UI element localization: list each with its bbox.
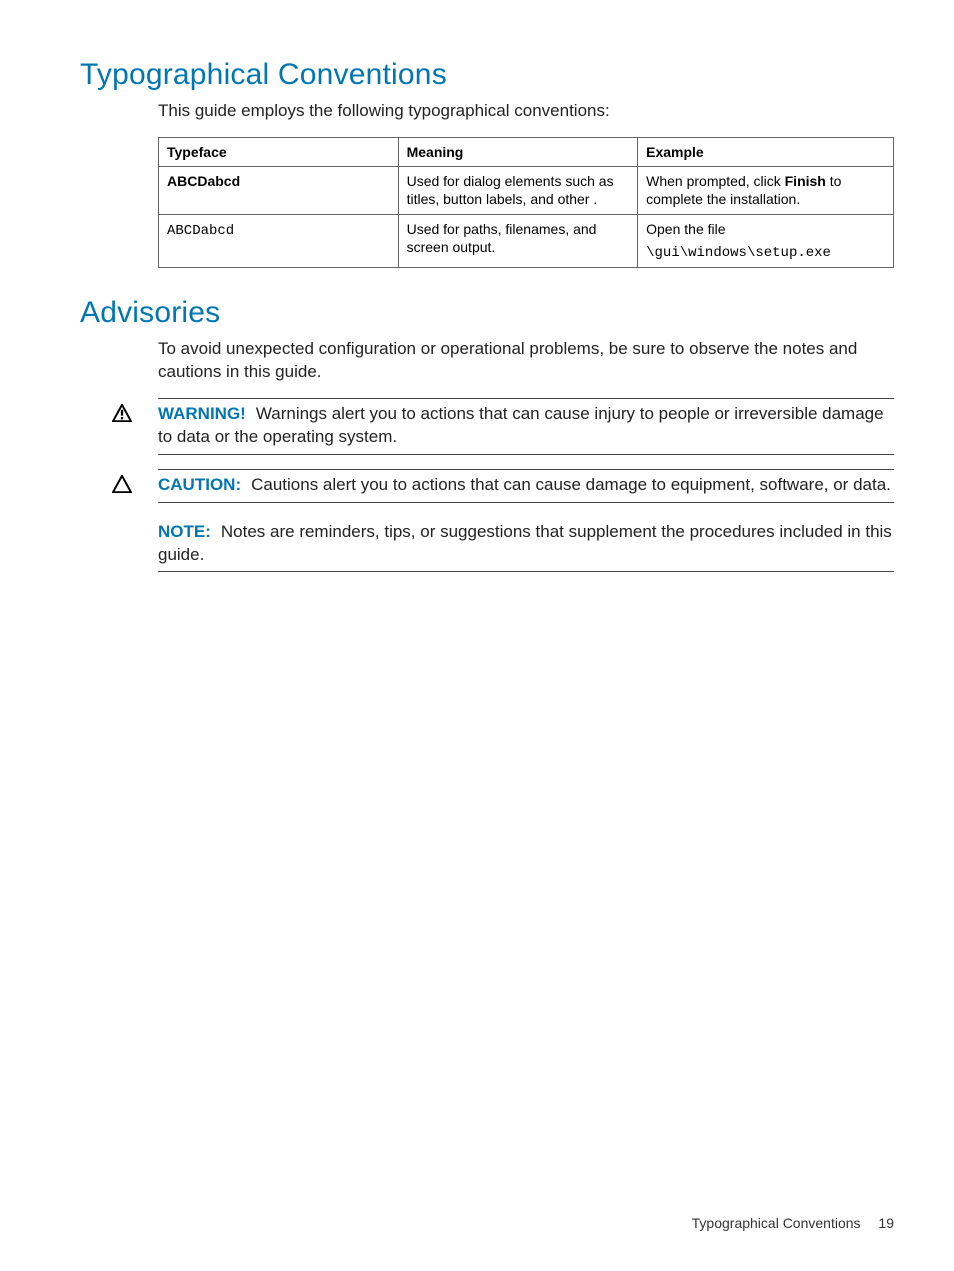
footer-page-number: 19 — [878, 1215, 894, 1231]
cell-typeface-bold: ABCDabcd — [159, 167, 399, 214]
header-typeface: Typeface — [159, 137, 399, 166]
caution-label: CAUTION: — [158, 475, 241, 494]
example-line1: Open the file — [646, 220, 885, 238]
cell-example: Open the file \gui\windows\setup.exe — [638, 214, 894, 267]
cell-typeface-mono: ABCDabcd — [159, 214, 399, 267]
mono-typeface-sample: ABCDabcd — [167, 223, 234, 239]
note-body: Notes are reminders, tips, or suggestion… — [158, 522, 892, 564]
example-pre: When prompted, click — [646, 173, 785, 189]
footer-title: Typographical Conventions — [692, 1215, 861, 1231]
example-bold: Finish — [785, 173, 826, 189]
note-icon-empty — [80, 517, 158, 523]
caution-text: CAUTION: Cautions alert you to actions th… — [158, 469, 894, 503]
cell-meaning: Used for paths, filenames, and screen ou… — [398, 214, 638, 267]
header-meaning: Meaning — [398, 137, 638, 166]
typographical-conventions-heading: Typographical Conventions — [80, 58, 894, 92]
note-label: NOTE: — [158, 522, 211, 541]
advisories-heading: Advisories — [80, 296, 894, 330]
page-footer: Typographical Conventions 19 — [692, 1215, 894, 1231]
advisories-section: Advisories To avoid unexpected configura… — [80, 296, 894, 573]
example-line2-mono: \gui\windows\setup.exe — [646, 244, 885, 262]
table-row: ABCDabcd Used for dialog elements such a… — [159, 167, 894, 214]
typographical-conventions-table: Typeface Meaning Example ABCDabcd Used f… — [158, 137, 894, 268]
header-example: Example — [638, 137, 894, 166]
bold-typeface-sample: ABCDabcd — [167, 173, 240, 189]
advisory-list: WARNING!Warnings alert you to actions th… — [80, 398, 894, 573]
warning-label: WARNING! — [158, 404, 246, 423]
table-row: ABCDabcd Used for paths, filenames, and … — [159, 214, 894, 267]
warning-advisory: WARNING!Warnings alert you to actions th… — [80, 398, 894, 455]
warning-icon — [80, 398, 158, 422]
caution-advisory: CAUTION: Cautions alert you to actions th… — [80, 469, 894, 503]
warning-text: WARNING!Warnings alert you to actions th… — [158, 398, 894, 455]
typographical-intro: This guide employs the following typogra… — [158, 100, 894, 123]
caution-icon — [80, 469, 158, 493]
cell-example: When prompted, click Finish to complete … — [638, 167, 894, 214]
advisories-intro: To avoid unexpected configuration or ope… — [158, 338, 894, 384]
document-page: Typographical Conventions This guide emp… — [0, 0, 954, 572]
table-header-row: Typeface Meaning Example — [159, 137, 894, 166]
warning-body: Warnings alert you to actions that can c… — [158, 404, 884, 446]
cell-meaning: Used for dialog elements such as titles,… — [398, 167, 638, 214]
note-text: NOTE:Notes are reminders, tips, or sugge… — [158, 517, 894, 573]
caution-body: Cautions alert you to actions that can c… — [251, 475, 891, 494]
note-advisory: NOTE:Notes are reminders, tips, or sugge… — [80, 517, 894, 573]
